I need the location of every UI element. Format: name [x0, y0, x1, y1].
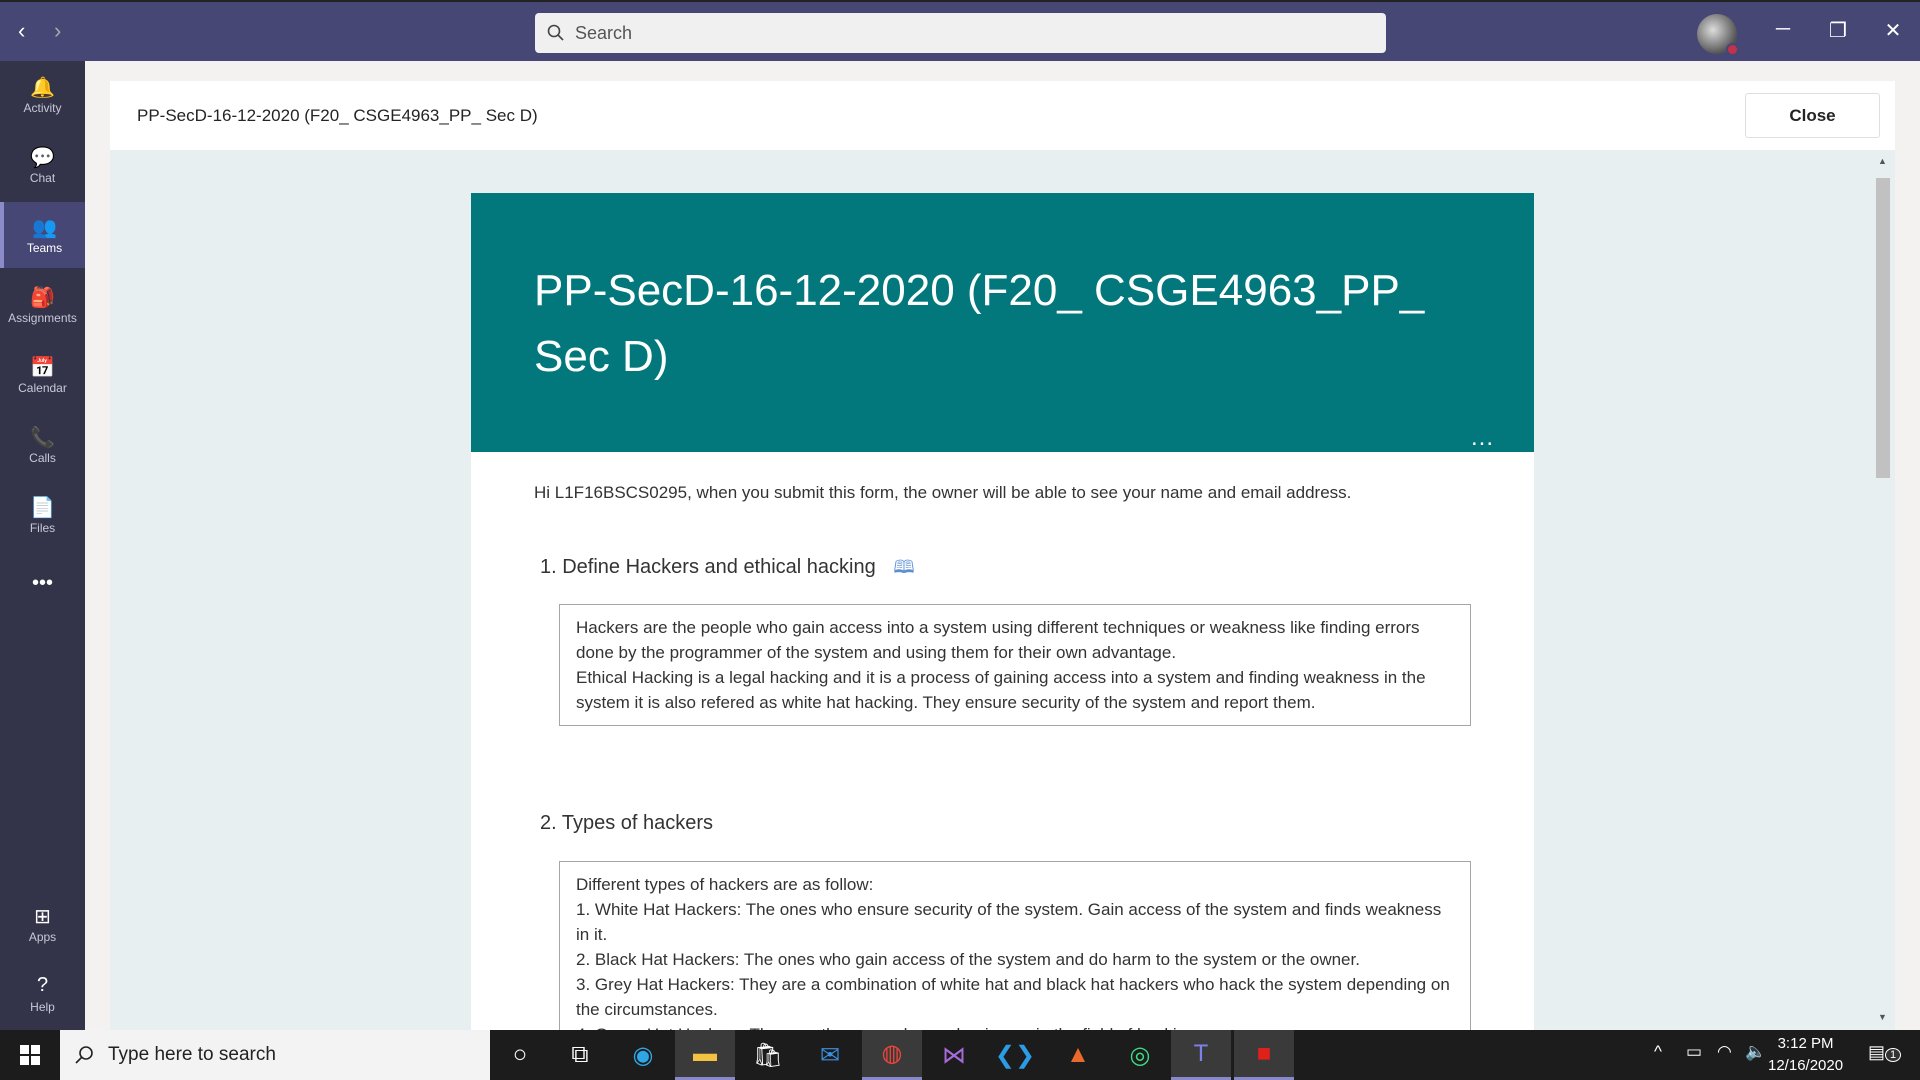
bell-icon: 🔔	[30, 77, 55, 99]
task-view-icon[interactable]: ⧉	[550, 1030, 610, 1080]
help-icon: ?	[36, 974, 49, 996]
form-title: PP-SecD-16-12-2020 (F20_ CSGE4963_PP_ Se…	[534, 266, 1425, 381]
taskbar-search-input[interactable]: Type here to search	[60, 1030, 490, 1080]
visual-studio-icon[interactable]: ⋈	[924, 1030, 984, 1080]
search-icon	[75, 1046, 93, 1064]
scroll-up-icon[interactable]: ▲	[1878, 156, 1887, 166]
calendar-icon: 📅	[30, 357, 55, 379]
acrobat-icon[interactable]: ■	[1234, 1030, 1294, 1080]
rail-item-assignments[interactable]: 🎒 Assignments	[0, 272, 85, 338]
file-explorer-icon[interactable]: ▬	[675, 1030, 735, 1080]
cortana-icon[interactable]: ○	[490, 1030, 550, 1080]
edge-icon[interactable]: ◉	[613, 1030, 673, 1080]
window-close-button[interactable]: ✕	[1878, 18, 1908, 43]
app-rail: 🔔 Activity 💬 Chat 👥 Teams 🎒 Assignments 📅 Cal…	[0, 61, 85, 1030]
taskbar: Type here to search ○ ⧉ ◉ ▬ 🛍 ✉ ◍ ⋈ ❮❯ ▲…	[0, 1030, 1920, 1080]
matlab-icon[interactable]: ▲	[1048, 1030, 1108, 1080]
rail-item-more[interactable]: •••	[0, 552, 85, 618]
rail-item-apps[interactable]: ⊞ Apps	[0, 891, 85, 957]
back-button[interactable]: ‹	[18, 18, 25, 44]
answer-1[interactable]: Hackers are the people who gain access i…	[559, 604, 1471, 726]
rail-item-teams[interactable]: 👥 Teams	[0, 202, 85, 268]
apps-icon: ⊞	[34, 906, 51, 928]
rail-item-calendar[interactable]: 📅 Calendar	[0, 342, 85, 408]
show-hidden-icons[interactable]: ^	[1654, 1042, 1662, 1062]
page-title: PP-SecD-16-12-2020 (F20_ CSGE4963_PP_ Se…	[137, 105, 538, 125]
immersive-reader-icon[interactable]: 🕮	[893, 555, 914, 585]
rail-item-help[interactable]: ? Help	[0, 961, 85, 1027]
form-intro: Hi L1F16BSCS0295, when you submit this f…	[534, 483, 1352, 502]
more-options-button[interactable]: ...	[1471, 426, 1494, 450]
close-button[interactable]: Close	[1745, 93, 1880, 138]
status-badge	[1726, 43, 1739, 56]
form-banner: PP-SecD-16-12-2020 (F20_ CSGE4963_PP_ Se…	[471, 193, 1534, 452]
scrollbar[interactable]: ▲ ▼	[1873, 150, 1893, 1030]
forward-button[interactable]: ›	[54, 18, 61, 44]
clock[interactable]: 3:12 PM 12/16/2020	[1768, 1033, 1843, 1077]
rail-item-activity[interactable]: 🔔 Activity	[0, 62, 85, 128]
title-bar: ‹ › Search ─ ❐ ✕	[0, 0, 1920, 61]
teams-taskbar-icon[interactable]: T	[1171, 1030, 1231, 1080]
avatar[interactable]	[1697, 14, 1739, 56]
wifi-icon[interactable]: ◠	[1717, 1042, 1732, 1062]
rail-item-files[interactable]: 📄 Files	[0, 482, 85, 548]
rail-item-calls[interactable]: 📞 Calls	[0, 412, 85, 478]
notifications-icon[interactable]: ▤ 1	[1868, 1042, 1902, 1063]
restore-button[interactable]: ❐	[1823, 18, 1853, 43]
volume-icon[interactable]: 🔈	[1745, 1042, 1766, 1062]
backpack-icon: 🎒	[30, 287, 55, 309]
store-icon[interactable]: 🛍	[738, 1030, 798, 1080]
mail-icon[interactable]: ✉	[800, 1030, 860, 1080]
search-icon	[547, 24, 564, 41]
more-icon: •••	[31, 572, 53, 594]
form-card: PP-SecD-16-12-2020 (F20_ CSGE4963_PP_ Se…	[471, 193, 1534, 1030]
question-1: 1. Define Hackers and ethical hacking 🕮	[540, 555, 915, 585]
page-header: PP-SecD-16-12-2020 (F20_ CSGE4963_PP_ Se…	[110, 81, 1895, 150]
battery-icon[interactable]: ▭	[1686, 1042, 1702, 1062]
scroll-down-icon[interactable]: ▼	[1878, 1012, 1887, 1022]
vscode-icon[interactable]: ❮❯	[985, 1030, 1045, 1080]
file-icon: 📄	[30, 497, 55, 519]
phone-icon: 📞	[30, 427, 55, 449]
minimize-button[interactable]: ─	[1768, 18, 1798, 41]
form-viewer: PP-SecD-16-12-2020 (F20_ CSGE4963_PP_ Se…	[110, 150, 1895, 1030]
chrome-icon[interactable]: ◍	[862, 1030, 922, 1080]
chat-icon: 💬	[30, 147, 55, 169]
rail-item-chat[interactable]: 💬 Chat	[0, 132, 85, 198]
scrollbar-thumb[interactable]	[1876, 178, 1890, 478]
question-2: 2. Types of hackers	[540, 812, 714, 834]
windows-start-icon[interactable]	[0, 1030, 60, 1080]
search-input[interactable]: Search	[535, 13, 1386, 53]
android-studio-icon[interactable]: ◎	[1110, 1030, 1170, 1080]
teams-icon: 👥	[32, 217, 57, 239]
answer-2[interactable]: Different types of hackers are as follow…	[559, 861, 1471, 1030]
